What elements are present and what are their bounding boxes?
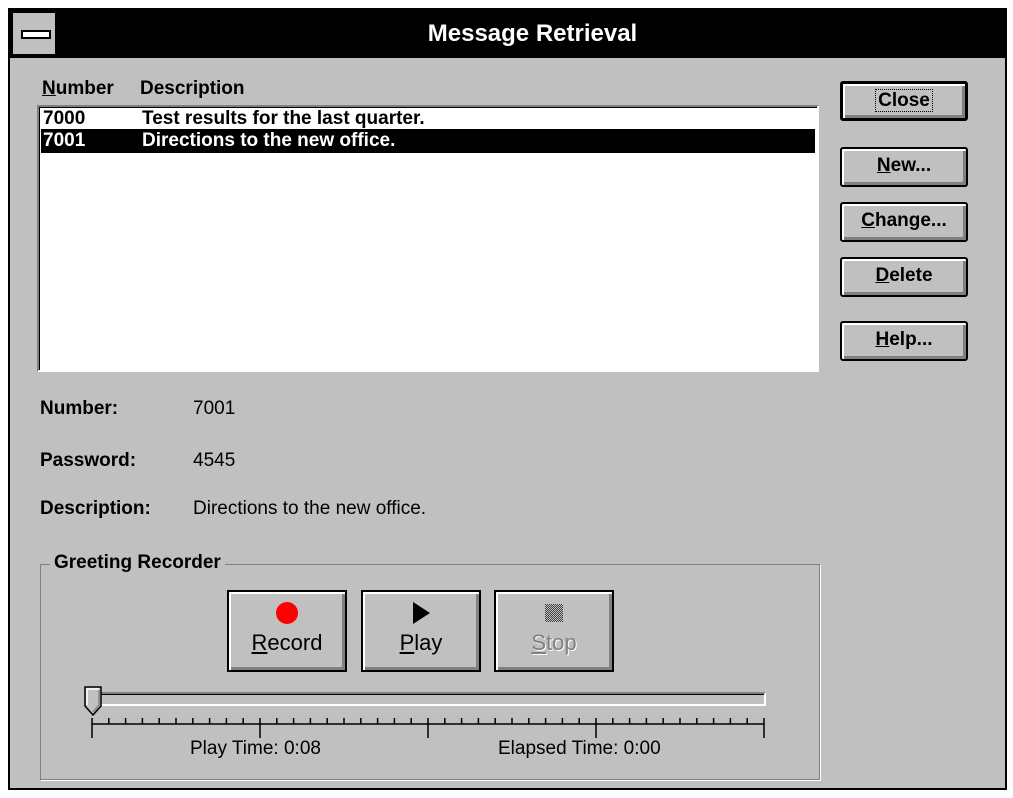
playback-slider-track[interactable] <box>88 692 766 706</box>
change-button[interactable]: Change... <box>840 202 968 242</box>
list-item-description: Directions to the new office. <box>142 130 396 151</box>
stop-mnemonic: S <box>531 630 547 655</box>
greeting-recorder-title: Greeting Recorder <box>50 552 225 574</box>
password-label: Password: <box>40 450 137 471</box>
list-item[interactable]: 7000 Test results for the last quarter. <box>41 107 815 131</box>
delete-mnemonic: D <box>875 265 890 286</box>
list-header-description: Description <box>140 78 245 99</box>
message-retrieval-window: Message Retrieval Number Description 700… <box>8 8 1007 790</box>
description-label: Description: <box>40 498 151 519</box>
stop-icon <box>496 600 612 626</box>
close-button[interactable]: Close <box>840 81 968 121</box>
record-label-rest: ecord <box>267 630 323 655</box>
record-button-label: Record <box>229 630 345 656</box>
help-button-label: elp... <box>889 329 933 350</box>
list-item-number: 7001 <box>43 130 86 151</box>
stop-button[interactable]: Stop <box>494 590 614 672</box>
record-icon <box>229 600 345 626</box>
description-value: Directions to the new office. <box>193 498 427 519</box>
delete-button-label: elete <box>889 265 933 286</box>
title-bar: Message Retrieval <box>10 10 1005 58</box>
message-listbox[interactable]: 7000 Test results for the last quarter. … <box>37 105 819 372</box>
play-button-label: Play <box>363 630 479 656</box>
system-menu-button[interactable] <box>13 13 57 54</box>
delete-button[interactable]: Delete <box>840 257 968 297</box>
change-mnemonic: C <box>861 210 875 231</box>
number-value: 7001 <box>193 398 236 419</box>
play-button[interactable]: Play <box>361 590 481 672</box>
help-mnemonic: H <box>875 329 890 350</box>
slider-ticks <box>91 718 765 738</box>
system-menu-icon <box>21 30 51 39</box>
list-item-number: 7000 <box>43 108 86 129</box>
new-mnemonic: N <box>876 155 891 176</box>
close-button-label: Close <box>875 89 933 112</box>
password-value: 4545 <box>193 450 236 471</box>
record-mnemonic: R <box>251 630 268 655</box>
stop-button-label: Stop <box>496 630 612 656</box>
change-button-label: hange... <box>874 210 947 231</box>
number-mnemonic: N <box>42 78 56 99</box>
play-mnemonic: P <box>399 630 415 655</box>
help-button[interactable]: Help... <box>840 321 968 361</box>
stop-label-rest: top <box>546 630 577 655</box>
play-icon <box>363 600 479 626</box>
new-button-label: ew... <box>890 155 932 176</box>
play-label-rest: lay <box>414 630 443 655</box>
list-item-description: Test results for the last quarter. <box>142 108 425 129</box>
number-label: Number: <box>40 398 119 419</box>
new-button[interactable]: New... <box>840 147 968 187</box>
record-button[interactable]: Record <box>227 590 347 672</box>
elapsed-time-label: Elapsed Time: 0:00 <box>498 738 661 759</box>
window-title: Message Retrieval <box>427 20 638 47</box>
list-header-number: Number <box>42 78 114 100</box>
list-item-selected[interactable]: 7001 Directions to the new office. <box>41 129 815 153</box>
play-time-label: Play Time: 0:08 <box>190 738 321 759</box>
list-header-number-rest: umber <box>55 78 114 99</box>
